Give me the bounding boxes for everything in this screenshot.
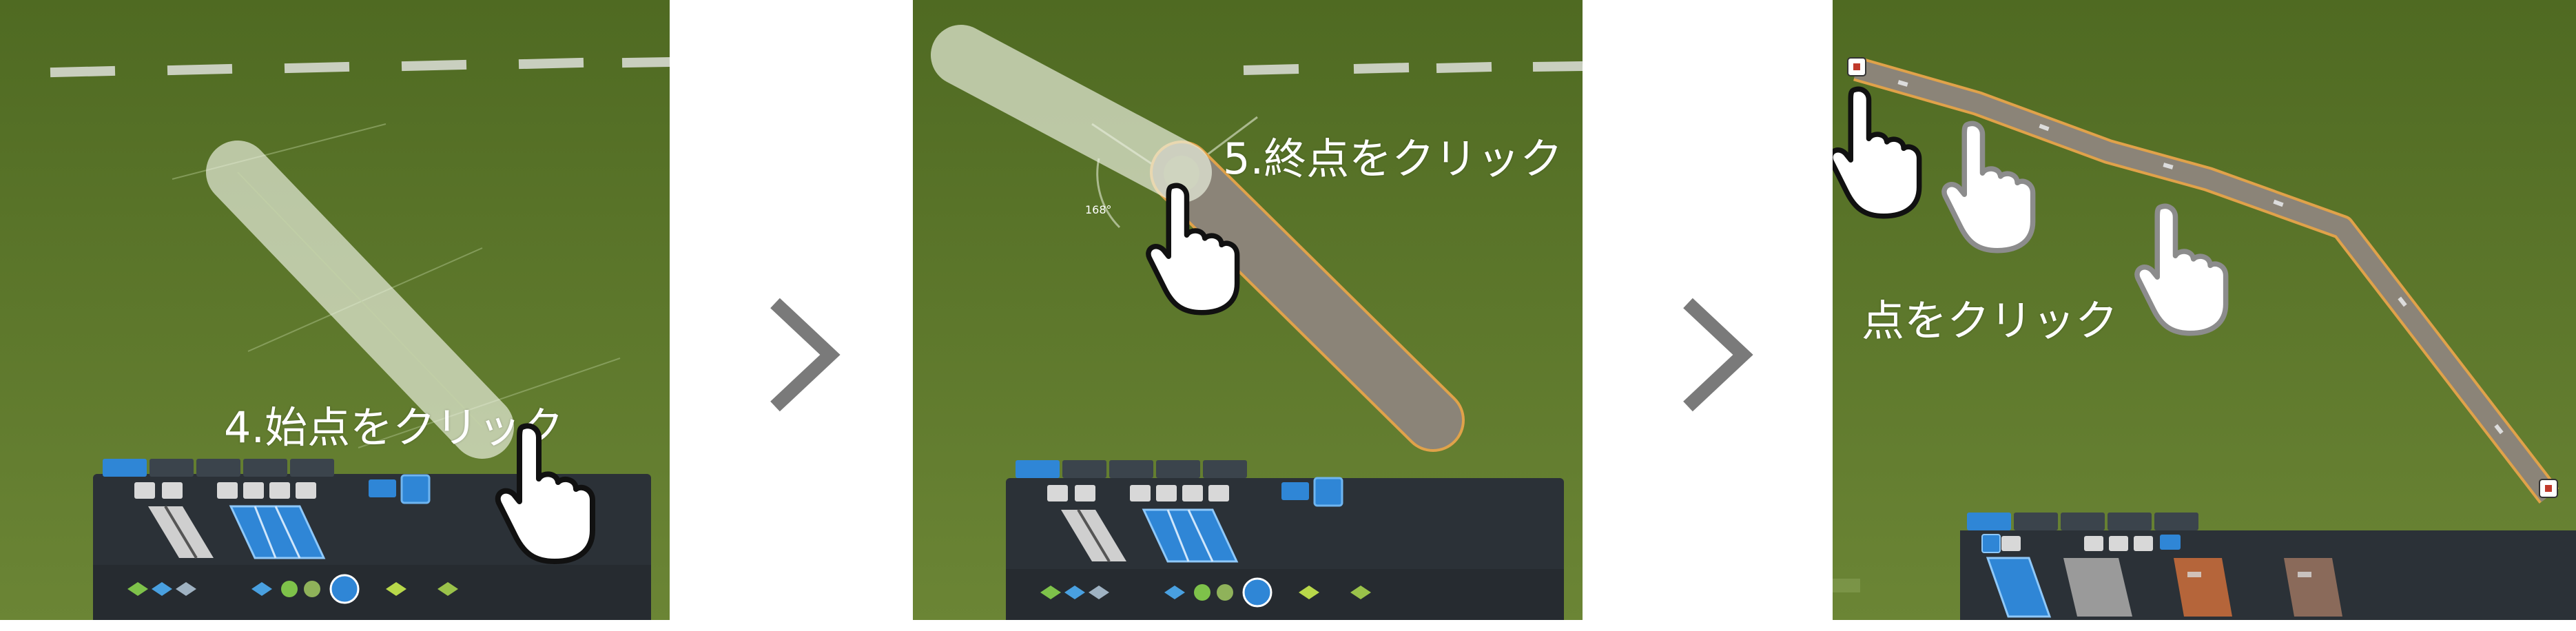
build-toolbar <box>1960 510 2576 620</box>
step-4-panel: 4.始点をクリック <box>0 0 670 620</box>
tab-paths <box>1062 460 1106 478</box>
tab-runway <box>1203 460 1247 478</box>
multi-point-panel: 点をクリック <box>1833 0 2576 620</box>
step-5-panel: 168° 5.終点をクリック <box>913 0 1583 620</box>
tab-roads <box>103 459 147 477</box>
tab-paths <box>150 459 194 477</box>
tab-aprons <box>1109 460 1153 478</box>
tab-aprons <box>196 459 240 477</box>
chevron-right-icon <box>1678 296 1753 413</box>
tab-runway <box>290 459 334 477</box>
tab-roads <box>1016 460 1060 478</box>
hand-pointer-icon <box>1936 114 2039 258</box>
hand-pointer-icon <box>2129 196 2232 341</box>
marker-icon <box>2539 479 2558 498</box>
hand-pointer-icon <box>489 420 599 565</box>
build-toolbar <box>1006 455 1564 620</box>
tab-taxiway <box>243 459 287 477</box>
step-caption: 点をクリック <box>1862 296 2119 346</box>
chevron-right-icon <box>765 296 841 413</box>
hand-pointer-icon <box>1140 176 1244 320</box>
angle-label: 168° <box>1085 203 1112 216</box>
hand-pointer-icon <box>1833 79 1926 224</box>
step-caption: 5.終点をクリック <box>1223 134 1563 184</box>
tab-taxiway <box>1156 460 1200 478</box>
marker-icon <box>1847 57 1866 76</box>
